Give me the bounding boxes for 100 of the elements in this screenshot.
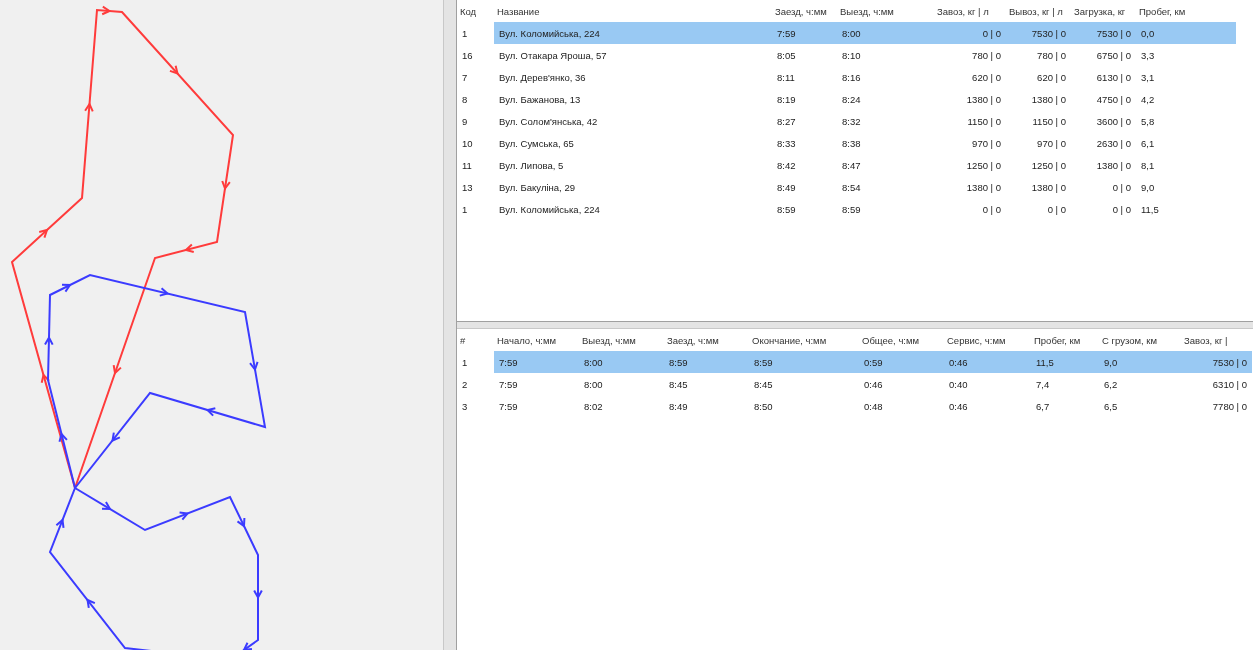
table-cell-text: 8:11 <box>776 70 796 85</box>
table-cell: 7:59 <box>772 22 837 44</box>
table-cell: 780 | 0 <box>934 44 1006 66</box>
table-cell-text: 0 | 0 <box>981 202 1002 217</box>
table-cell-text: 11,5 <box>1140 202 1160 217</box>
table-cell-text: 8:50 <box>753 399 774 414</box>
table-cell: 8:10 <box>837 44 934 66</box>
table-cell-text: 620 | 0 <box>971 70 1002 85</box>
table-cell-text: Вул. Сумська, 65 <box>498 136 575 151</box>
table-cell: 7530 | 0 <box>1181 351 1252 373</box>
table-cell-text: 1150 | 0 <box>1031 114 1067 129</box>
table-cell: 9,0 <box>1099 351 1181 373</box>
table-cell-text: 6,7 <box>1035 399 1051 414</box>
table-cell: 8:00 <box>579 351 664 373</box>
table-cell-text: 3,1 <box>1140 70 1156 85</box>
table-cell-text: 970 | 0 <box>971 136 1002 151</box>
table-cell: 0 | 0 <box>934 22 1006 44</box>
table-cell: 0:59 <box>859 351 944 373</box>
column-header[interactable]: Пробег, км <box>1031 329 1099 351</box>
column-header[interactable]: Выезд, ч:мм <box>837 0 934 22</box>
column-header[interactable]: С грузом, км <box>1099 329 1181 351</box>
column-header[interactable]: Начало, ч:мм <box>494 329 579 351</box>
table-cell: 2 <box>457 373 494 395</box>
table-cell-text: 13 <box>461 180 474 195</box>
column-header[interactable]: Сервис, ч:мм <box>944 329 1031 351</box>
table-cell-text: 0 | 0 <box>1111 180 1132 195</box>
table-cell-text: 8:33 <box>776 136 797 151</box>
table-cell-text: 8:16 <box>841 70 862 85</box>
column-header[interactable]: Название <box>494 0 772 22</box>
table-cell-text: 4,2 <box>1140 92 1156 107</box>
table-cell-text: 970 | 0 <box>1036 136 1067 151</box>
table-cell-text: 10 <box>461 136 474 151</box>
table-cell: 8:59 <box>749 351 859 373</box>
column-header[interactable]: Заезд, ч:мм <box>664 329 749 351</box>
table-cell-text: 11 <box>461 158 473 173</box>
table-cell-text: 620 | 0 <box>1036 70 1067 85</box>
table-cell: 0,0 <box>1136 22 1236 44</box>
table-cell: 0:40 <box>944 373 1031 395</box>
table-cell-text: 0:46 <box>948 399 969 414</box>
splitter[interactable] <box>457 321 1253 329</box>
table-cell: Вул. Коломийська, 224 <box>494 22 772 44</box>
table-cell-text: 8:54 <box>841 180 862 195</box>
table-cell-text: 1 <box>461 202 469 217</box>
table-cell-text: 9 <box>461 114 469 129</box>
column-header[interactable]: Завоз, кг | <box>1181 329 1252 351</box>
table-cell-text: 3600 | 0 <box>1095 114 1132 129</box>
table-cell: 3,3 <box>1136 44 1236 66</box>
column-header[interactable]: Пробег, км <box>1136 0 1236 22</box>
table-cell-text: 6130 | 0 <box>1095 70 1132 85</box>
table-cell: Вул. Отакара Яроша, 57 <box>494 44 772 66</box>
table-cell: 8:45 <box>664 373 749 395</box>
column-header[interactable]: Вывоз, кг | л <box>1006 0 1071 22</box>
table-cell-text: Вул. Липова, 5 <box>498 158 565 173</box>
column-header[interactable]: Заезд, ч:мм <box>772 0 837 22</box>
table-cell-text: 8:27 <box>776 114 797 129</box>
table-cell: 780 | 0 <box>1006 44 1071 66</box>
table-cell-text: 1380 | 0 <box>965 180 1002 195</box>
table-cell-text: Вул. Бакуліна, 29 <box>498 180 576 195</box>
table-cell: 6750 | 0 <box>1071 44 1136 66</box>
table-cell-text: 8:38 <box>841 136 862 151</box>
table-cell: 8:00 <box>579 373 664 395</box>
column-header[interactable]: Загрузка, кг <box>1071 0 1136 22</box>
column-header[interactable]: Окончание, ч:мм <box>749 329 859 351</box>
table-cell-text: 8:42 <box>776 158 797 173</box>
table-cell-text: 8:32 <box>841 114 862 129</box>
table-cell-text: 6,1 <box>1140 136 1156 151</box>
table-cell: 0:46 <box>944 351 1031 373</box>
table-cell: 7530 | 0 <box>1006 22 1071 44</box>
table-cell-text: 8,1 <box>1140 158 1156 173</box>
table-cell-text: 8:59 <box>841 202 862 217</box>
table-cell-text: 3 <box>461 399 469 414</box>
table-cell-text: 7780 | 0 <box>1211 399 1248 414</box>
table-cell-text: 8:02 <box>583 399 604 414</box>
table-cell-text: 9,0 <box>1140 180 1156 195</box>
table-cell: 8:59 <box>664 351 749 373</box>
table-cell: 7:59 <box>494 373 579 395</box>
table-cell-text: 0 | 0 <box>1046 202 1067 217</box>
table-cell-text: 1380 | 0 <box>1030 92 1067 107</box>
table-cell-text: 8:49 <box>776 180 797 195</box>
table-cell-text: 8:49 <box>668 399 689 414</box>
table-cell-text: 6,5 <box>1103 399 1119 414</box>
column-header[interactable]: Код <box>457 0 494 22</box>
column-header[interactable]: Общее, ч:мм <box>859 329 944 351</box>
table-cell: 11,5 <box>1031 351 1099 373</box>
column-header[interactable]: # <box>457 329 494 351</box>
table-cell-text: 8:24 <box>841 92 862 107</box>
table-cell-text: Вул. Коломийська, 224 <box>498 202 601 217</box>
table-cell-text: 7:59 <box>498 399 519 414</box>
table-cell-text: 8 <box>461 92 469 107</box>
table-cell: 8:00 <box>837 22 934 44</box>
column-header[interactable]: Выезд, ч:мм <box>579 329 664 351</box>
table-cell: 1 <box>457 22 494 44</box>
splitter[interactable] <box>443 0 457 650</box>
table-cell-text: 0 | 0 <box>1111 202 1132 217</box>
table-cell-text: 1250 | 0 <box>1030 158 1067 173</box>
column-header[interactable]: Завоз, кг | л <box>934 0 1006 22</box>
table-cell-text: 8:59 <box>776 202 797 217</box>
table-cell-text: 2630 | 0 <box>1095 136 1132 151</box>
table-cell: 0:46 <box>859 373 944 395</box>
table-cell: 1 <box>457 351 494 373</box>
